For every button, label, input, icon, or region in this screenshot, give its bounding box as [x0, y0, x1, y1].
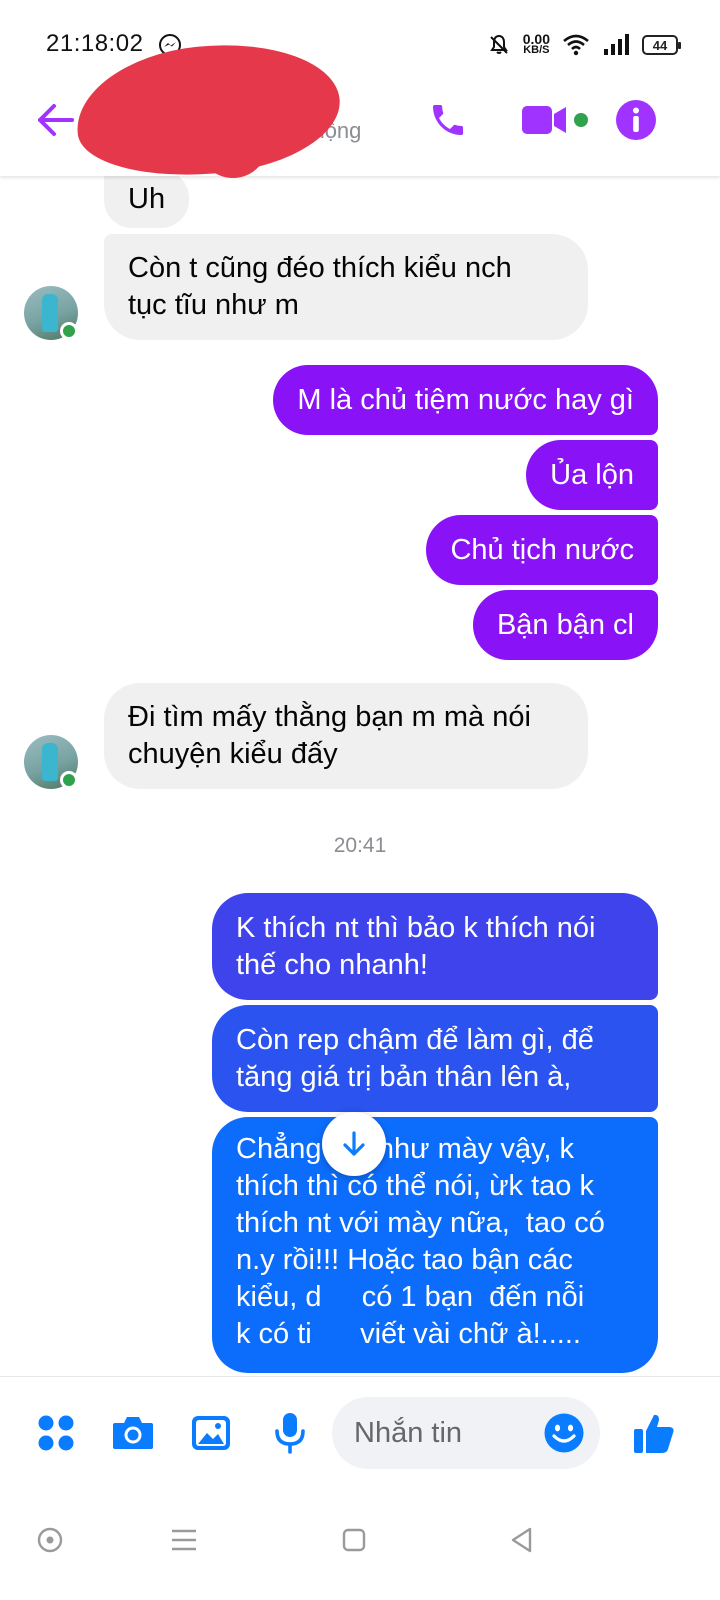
gallery-icon	[192, 1416, 230, 1450]
back-arrow-icon	[38, 104, 74, 136]
emoji-button[interactable]	[542, 1411, 586, 1455]
nav-back-button[interactable]	[502, 1520, 542, 1560]
nav-menu-button[interactable]	[164, 1520, 204, 1560]
info-button[interactable]	[612, 96, 660, 144]
signal-icon	[604, 34, 629, 55]
status-bar: 21:18:02 0.00 KB/S 44	[0, 0, 720, 88]
redaction-mark	[198, 108, 268, 178]
message-bubble-outgoing[interactable]: Ủa lộn	[526, 440, 658, 510]
info-icon	[616, 100, 656, 140]
message-bubble-outgoing[interactable]: Còn rep chậm để làm gì, để tăng giá trị …	[212, 1005, 658, 1112]
message-list[interactable]: Uh Còn t cũng đéo thích kiểu nch tục tĩu…	[0, 176, 720, 1376]
voice-message-button[interactable]	[268, 1411, 312, 1455]
message-bubble-outgoing[interactable]: Chủ tịch nước	[426, 515, 658, 585]
nav-circle-icon	[37, 1527, 63, 1553]
nav-back-icon	[511, 1527, 532, 1553]
back-button[interactable]	[34, 98, 78, 142]
nav-assistant-button[interactable]	[30, 1520, 70, 1560]
video-active-indicator	[574, 113, 588, 127]
menu-grid-icon	[38, 1415, 74, 1451]
message-composer	[0, 1376, 720, 1488]
online-indicator	[60, 322, 78, 340]
camera-button[interactable]	[111, 1411, 155, 1455]
more-actions-button[interactable]	[34, 1411, 78, 1455]
like-icon	[634, 1414, 674, 1453]
gallery-button[interactable]	[189, 1411, 233, 1455]
message-timestamp: 20:41	[333, 834, 387, 857]
mute-icon	[489, 34, 508, 54]
like-button[interactable]	[632, 1411, 676, 1455]
video-call-button[interactable]	[514, 96, 574, 144]
nav-menu-icon	[172, 1529, 196, 1551]
message-bubble-outgoing[interactable]: K thích nt thì bảo k thích nói thế cho n…	[212, 893, 658, 1000]
status-time: 21:18:02	[46, 30, 144, 57]
emoji-icon	[544, 1413, 584, 1453]
message-bubble-incoming[interactable]: Còn t cũng đéo thích kiểu nch tục tĩu nh…	[104, 234, 588, 340]
microphone-icon	[275, 1413, 305, 1454]
message-bubble-outgoing[interactable]: Chẳng thà như mày vậy, k thích thì có th…	[212, 1117, 658, 1373]
camera-icon	[113, 1417, 153, 1449]
chat-header: o ạt động	[0, 32, 720, 188]
net-speed: 0.00 KB/S	[523, 32, 550, 56]
nav-home-button[interactable]	[334, 1520, 374, 1560]
call-button[interactable]	[424, 96, 472, 144]
phone-icon	[433, 105, 463, 135]
status-icons: 0.00 KB/S 44	[487, 30, 681, 60]
battery-icon: 44	[642, 35, 681, 55]
video-icon	[522, 106, 566, 134]
scroll-down-icon	[343, 1131, 365, 1156]
nav-home-icon	[342, 1528, 366, 1552]
message-bubble-outgoing[interactable]: M là chủ tiệm nước hay gì	[273, 365, 658, 435]
wifi-icon	[563, 34, 589, 56]
system-nav-bar	[0, 1488, 720, 1600]
scroll-to-bottom-button[interactable]	[322, 1112, 386, 1176]
message-bubble-incoming[interactable]: Uh	[104, 176, 190, 228]
message-bubble-incoming[interactable]: Đi tìm mấy thằng bạn m mà nói chuyện kiể…	[104, 683, 588, 789]
message-bubble-outgoing[interactable]: Bận bận cl	[472, 590, 658, 660]
net-speed-unit: KB/S	[523, 44, 550, 56]
online-indicator	[60, 771, 78, 789]
